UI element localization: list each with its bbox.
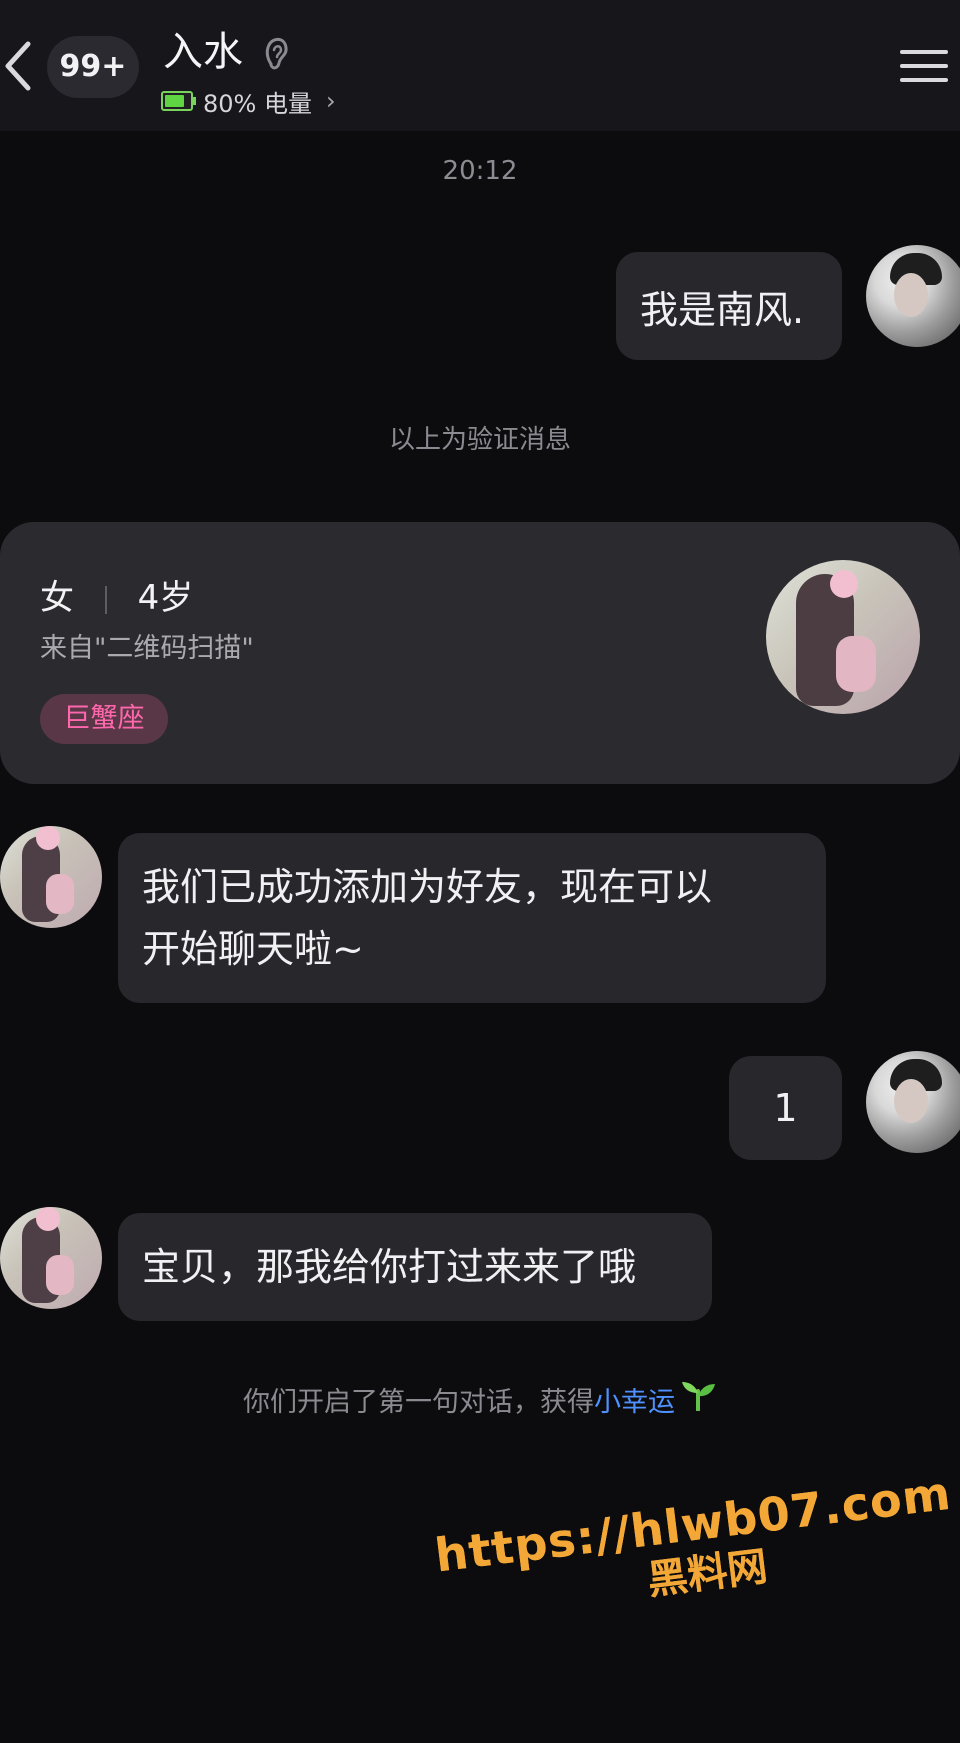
- footer-note-text: 你们开启了第一句对话，获得: [243, 1387, 594, 1418]
- menu-icon-line-middle: [900, 64, 948, 68]
- chevron-left-icon: [5, 41, 31, 91]
- flower-hair-accessory: [830, 570, 858, 598]
- menu-button[interactable]: [900, 46, 948, 86]
- zodiac-tag[interactable]: 巨蟹座: [40, 694, 168, 744]
- self-avatar[interactable]: [866, 1051, 960, 1153]
- contact-avatar[interactable]: [0, 1207, 102, 1309]
- message-bubble-self-1[interactable]: 我是南风.: [616, 252, 842, 360]
- profile-divider: [104, 585, 107, 614]
- menu-icon-line-bottom: [900, 78, 948, 82]
- back-button[interactable]: [0, 36, 40, 96]
- verification-note: 以上为验证消息: [388, 425, 571, 455]
- message-bubble-other-1[interactable]: 我们已成功添加为好友，现在可以 开始聊天啦~: [118, 833, 826, 1003]
- chevron-right-icon: ›: [325, 87, 336, 115]
- self-avatar[interactable]: [866, 245, 960, 347]
- message-text-line-2: 开始聊天啦~: [142, 927, 364, 971]
- battery-icon: [161, 91, 196, 111]
- profile-gender: 女: [40, 578, 74, 618]
- partner-status[interactable]: 80% 电量 ›: [161, 84, 336, 118]
- contact-avatar[interactable]: [0, 826, 102, 928]
- profile-source: 来自"二维码扫描": [40, 633, 254, 664]
- chat-title: 入水: [163, 29, 243, 75]
- battery-status-text: 80% 电量: [203, 89, 312, 118]
- flower-hair-accessory: [36, 1207, 60, 1231]
- unread-count-badge[interactable]: 99+: [47, 36, 139, 98]
- message-text: 宝贝，那我给你打过来来了哦: [142, 1245, 637, 1289]
- message-text: 我是南风.: [640, 288, 805, 332]
- flower-hair-accessory: [36, 826, 60, 850]
- lucky-link[interactable]: 小幸运: [594, 1387, 675, 1418]
- battery-level: [165, 95, 184, 107]
- seedling-icon: [679, 1379, 717, 1418]
- first-conversation-note: 你们开启了第一句对话，获得小幸运: [0, 1379, 960, 1419]
- ear-icon: [262, 34, 290, 74]
- watermark: https://hlwb07.com 黑料网: [432, 1466, 954, 1631]
- message-text-line-1: 我们已成功添加为好友，现在可以: [142, 865, 713, 909]
- chat-header: 99+ 入水 80% 电量 ›: [0, 0, 960, 131]
- message-bubble-other-2[interactable]: 宝贝，那我给你打过来来了哦: [118, 1213, 712, 1321]
- message-timestamp: 20:12: [442, 156, 518, 186]
- profile-age: 4岁: [137, 578, 194, 618]
- profile-card[interactable]: 女 4岁 来自"二维码扫描" 巨蟹座: [0, 522, 960, 784]
- menu-icon-line-top: [900, 50, 948, 54]
- profile-summary: 女 4岁: [40, 570, 193, 619]
- contact-profile-avatar[interactable]: [766, 560, 920, 714]
- message-bubble-self-2[interactable]: 1: [729, 1056, 842, 1160]
- message-text: 1: [773, 1086, 798, 1130]
